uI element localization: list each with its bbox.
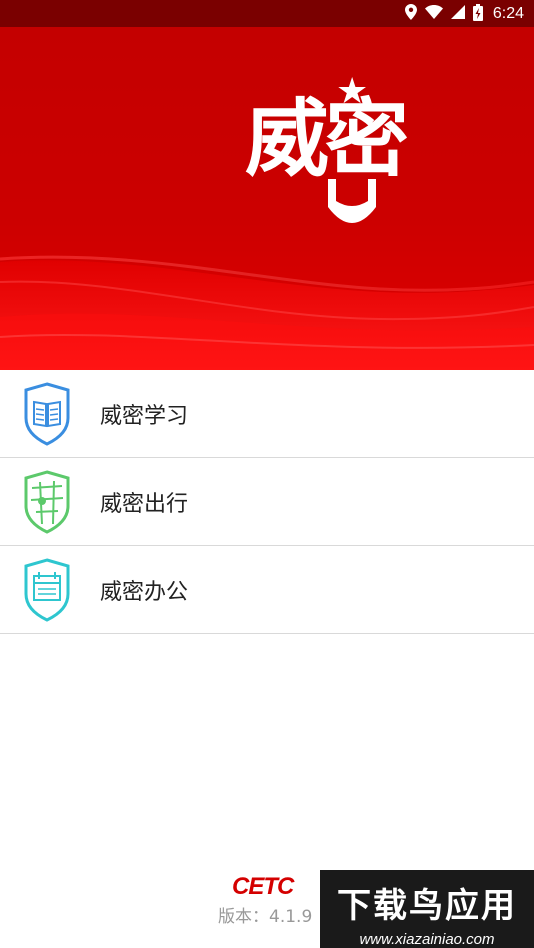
app-logo-text: 威密 [245,89,409,188]
signal-icon [450,5,465,22]
watermark-title: 下载鸟应用 [337,886,517,926]
version-text: 版本：4.1.9 [218,907,313,927]
red-ribbon-background [0,255,534,370]
hero-banner: 威密 ★ [0,27,534,370]
status-bar: 6:24 [0,0,534,27]
menu-item-travel[interactable]: 威密出行 [0,458,534,546]
main-menu: 威密学习 威密出行 威密办公 [0,370,534,634]
brand-logo: CETC [232,873,294,900]
wifi-icon [424,5,443,22]
watermark-url: www.xiazainiao.com [359,931,495,948]
battery-icon [472,3,483,24]
watermark-badge: 下载鸟应用 www.xiazainiao.com [320,870,534,948]
book-shield-icon [22,381,72,447]
clock: 6:24 [492,4,524,22]
location-icon [404,4,417,23]
menu-item-office[interactable]: 威密办公 [0,546,534,634]
menu-item-label: 威密学习 [100,403,189,429]
menu-item-label: 威密出行 [100,491,189,517]
map-shield-icon [22,469,72,535]
menu-item-label: 威密办公 [100,579,189,605]
star-icon: ★ [336,71,369,112]
calendar-shield-icon [22,557,72,623]
menu-item-study[interactable]: 威密学习 [0,370,534,458]
